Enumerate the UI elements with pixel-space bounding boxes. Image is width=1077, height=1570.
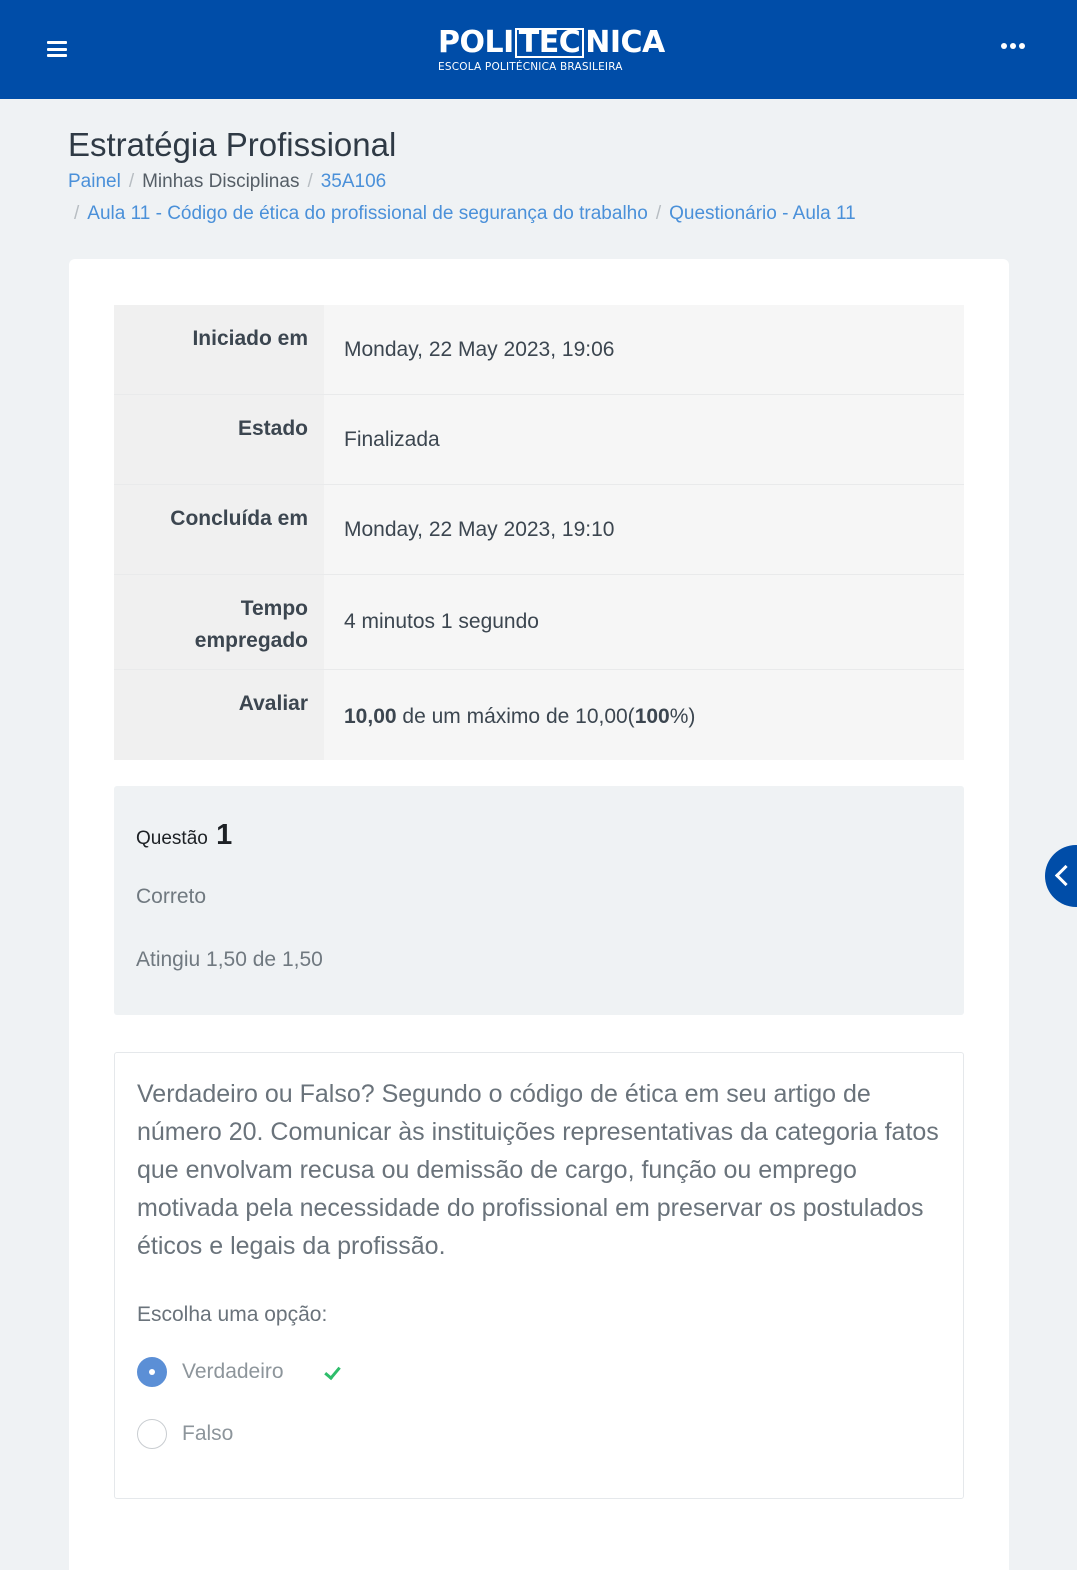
breadcrumb-course[interactable]: 35A106 — [321, 171, 387, 192]
summary-row-grade: Avaliar 10,00 de um máximo de 10,00(100%… — [114, 670, 964, 760]
question-number: Questão 1 — [136, 819, 233, 851]
summary-row-time: Tempo empregado 4 minutos 1 segundo — [114, 575, 964, 670]
breadcrumb-continued: / Aula 11 - Código de ética do profission… — [74, 203, 856, 224]
question-info: Questão 1 Correto Atingiu 1,50 de 1,50 — [114, 786, 964, 1015]
time-value: 4 minutos 1 segundo — [324, 575, 964, 669]
state-value: Finalizada — [324, 395, 964, 484]
breadcrumb-lesson[interactable]: Aula 11 - Código de ética do profissiona… — [87, 203, 648, 224]
check-icon — [324, 1362, 346, 1382]
logo-tagline: ESCOLA POLITÉCNICA BRASILEIRA — [438, 61, 623, 73]
completed-label: Concluída em — [114, 485, 324, 574]
top-navbar: POLI TEC NICA ESCOLA POLITÉCNICA BRASILEIR… — [0, 0, 1077, 99]
radio-checked-icon[interactable] — [137, 1357, 167, 1387]
option-falso[interactable]: Falso — [137, 1419, 233, 1449]
logo-wordmark: POLI TEC NICA — [438, 25, 665, 60]
summary-row-state: Estado Finalizada — [114, 395, 964, 485]
page-title: Estratégia Profissional — [68, 126, 397, 163]
question-grade: Atingiu 1,50 de 1,50 — [136, 948, 323, 971]
site-logo[interactable]: POLI TEC NICA ESCOLA POLITÉCNICA BRASILEIR… — [438, 25, 665, 77]
option-label: Falso — [182, 1422, 234, 1445]
summary-row-started: Iniciado em Monday, 22 May 2023, 19:06 — [114, 305, 964, 395]
breadcrumb-minhas-disciplinas: Minhas Disciplinas — [142, 171, 300, 192]
question-text: Verdadeiro ou Falso? Segundo o código de… — [137, 1080, 939, 1260]
answer-prompt: Escolha uma opção: — [137, 1303, 328, 1326]
completed-value: Monday, 22 May 2023, 19:10 — [324, 485, 964, 574]
state-label: Estado — [114, 395, 324, 484]
option-verdadeiro[interactable]: Verdadeiro — [137, 1357, 346, 1387]
attempt-summary-table: Iniciado em Monday, 22 May 2023, 19:06 E… — [114, 305, 964, 760]
time-label: Tempo empregado — [114, 575, 324, 669]
breadcrumb-painel[interactable]: Painel — [68, 171, 121, 192]
chevron-left-icon[interactable] — [1045, 845, 1077, 907]
question-content: Verdadeiro ou Falso? Segundo o código de… — [114, 1052, 964, 1499]
breadcrumb: Painel / Minhas Disciplinas/35A106 — [68, 171, 387, 192]
option-label: Verdadeiro — [182, 1360, 284, 1383]
question-state: Correto — [136, 885, 207, 908]
quiz-review-card: Iniciado em Monday, 22 May 2023, 19:06 E… — [69, 259, 1009, 1570]
grade-value: 10,00 de um máximo de 10,00(100%) — [324, 670, 964, 760]
started-value: Monday, 22 May 2023, 19:06 — [324, 305, 964, 394]
summary-row-completed: Concluída em Monday, 22 May 2023, 19:10 — [114, 485, 964, 575]
started-label: Iniciado em — [114, 305, 324, 394]
grade-label: Avaliar — [114, 670, 324, 760]
hamburger-icon[interactable] — [47, 41, 67, 57]
radio-unchecked-icon[interactable] — [137, 1419, 167, 1449]
more-horizontal-icon[interactable] — [1001, 43, 1025, 49]
breadcrumb-quiz[interactable]: Questionário - Aula 11 — [669, 203, 856, 224]
